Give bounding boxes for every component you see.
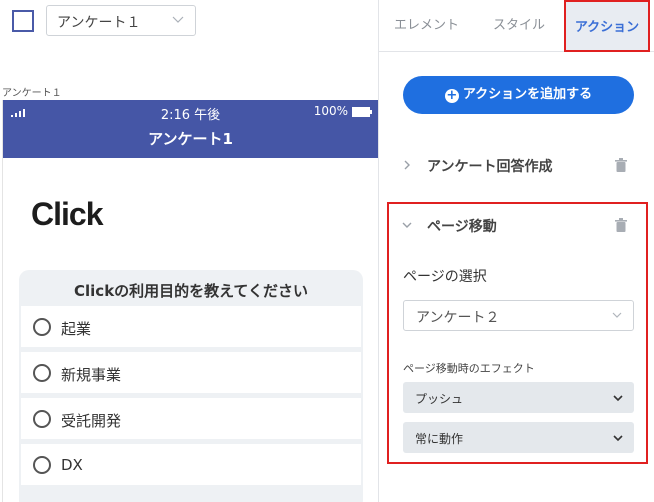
status-bar: 2:16 午後 100% xyxy=(3,100,378,124)
option-label: 新規事業 xyxy=(61,366,122,384)
chevron-down-icon xyxy=(613,395,623,402)
tab-element[interactable]: エレメント xyxy=(379,0,474,52)
target-page-value: アンケート２ xyxy=(416,310,500,326)
chevron-down-icon xyxy=(613,435,623,442)
option-item[interactable]: 受託開発 xyxy=(21,398,361,440)
chevron-right-icon xyxy=(404,160,410,170)
action-item-page-transition: ページ移動 ページの選択 アンケート２ ページ移動時のエフェクト プッシュ 常に… xyxy=(387,202,648,464)
option-item[interactable]: 起業 xyxy=(21,306,361,348)
click-logo: Click xyxy=(31,196,103,232)
page-select-label: ページの選択 xyxy=(403,269,487,285)
properties-panel: エレメント スタイル アクション + アクションを追加する アンケート回答作成 ペ… xyxy=(378,0,654,502)
option-label: DX xyxy=(61,456,83,474)
option-label: 起業 xyxy=(61,320,92,338)
add-action-button[interactable]: + アクションを追加する xyxy=(403,76,634,114)
question-card: Clickの利用目的を教えてください 起業 新規事業 受託開発 DX xyxy=(19,270,363,502)
tab-action[interactable]: アクション xyxy=(564,0,650,52)
panel-tabs: エレメント スタイル アクション xyxy=(379,0,654,52)
radio-button[interactable] xyxy=(33,364,51,382)
battery-icon xyxy=(352,107,372,117)
frame-label: アンケート１ xyxy=(2,88,62,99)
trigger-select[interactable]: 常に動作 xyxy=(403,422,634,453)
action-title: アンケート回答作成 xyxy=(427,159,553,175)
action-title: ページ移動 xyxy=(427,219,497,235)
phone-preview[interactable]: 2:16 午後 100% アンケート1 Click Clickの利用目的を教えて… xyxy=(2,100,378,502)
target-page-select[interactable]: アンケート２ xyxy=(403,300,634,331)
page-select-dropdown[interactable]: アンケート１ xyxy=(46,5,196,36)
trigger-value: 常に動作 xyxy=(415,432,464,446)
option-label: 受託開発 xyxy=(61,412,122,430)
select-all-checkbox[interactable] xyxy=(12,10,34,32)
tab-style[interactable]: スタイル xyxy=(474,0,564,52)
action-header[interactable]: ページ移動 xyxy=(389,204,641,248)
plus-circle-icon: + xyxy=(444,88,459,103)
question-title: Clickの利用目的を教えてください xyxy=(74,282,308,300)
effect-select[interactable]: プッシュ xyxy=(403,382,634,413)
trash-icon[interactable] xyxy=(615,158,627,172)
app-root: アンケート１ アンケート１ 2:16 午後 100% アンケート1 Click … xyxy=(0,0,654,502)
battery-percent: 100% xyxy=(313,104,348,118)
canvas-area: アンケート１ アンケート１ 2:16 午後 100% アンケート1 Click … xyxy=(0,0,378,502)
chevron-down-icon xyxy=(612,312,622,318)
option-item[interactable]: DX xyxy=(21,444,361,486)
action-item-survey[interactable]: アンケート回答作成 xyxy=(389,144,641,188)
radio-button[interactable] xyxy=(33,456,51,474)
chevron-down-icon xyxy=(402,222,412,228)
page-select-value: アンケート１ xyxy=(57,15,141,31)
radio-button[interactable] xyxy=(33,410,51,428)
add-action-label: アクションを追加する xyxy=(462,87,593,102)
radio-button[interactable] xyxy=(33,318,51,336)
chevron-down-icon xyxy=(172,16,184,23)
option-item[interactable]: 新規事業 xyxy=(21,352,361,394)
trash-icon[interactable] xyxy=(615,218,627,232)
app-header: アンケート1 xyxy=(3,124,378,158)
effect-label: ページ移動時のエフェクト xyxy=(403,362,535,375)
effect-value: プッシュ xyxy=(415,392,464,406)
